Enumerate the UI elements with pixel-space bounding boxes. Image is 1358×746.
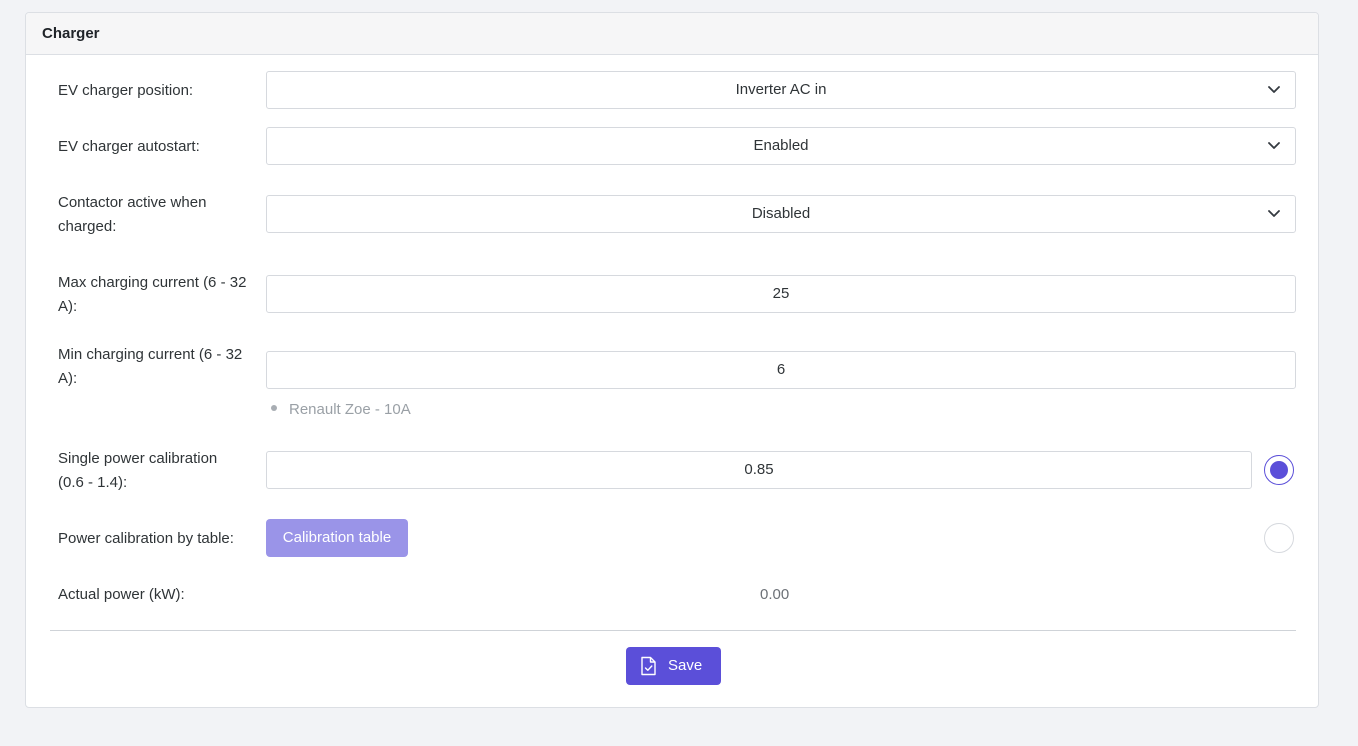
ev-charger-position-value: Inverter AC in	[735, 81, 827, 98]
card-header: Charger	[26, 13, 1318, 55]
max-current-label: Max charging current (6 - 32 A):	[58, 274, 247, 315]
ev-charger-position-label: EV charger position:	[58, 82, 194, 99]
chevron-down-icon	[1268, 142, 1280, 149]
min-current-label: Min charging current (6 - 32 A):	[58, 346, 243, 387]
charger-card: Charger EV charger position: Inverter AC…	[25, 12, 1319, 708]
card-title: Charger	[42, 25, 100, 42]
single-calibration-label: Single power calibration (0.6 - 1.4):	[58, 450, 218, 491]
save-label: Save	[668, 657, 703, 674]
chevron-down-icon	[1268, 210, 1280, 217]
contactor-active-value: Disabled	[751, 205, 811, 222]
single-calibration-input[interactable]: 0.85	[266, 451, 1252, 489]
min-current-hint-text: Renault Zoe - 10A	[289, 401, 411, 418]
ev-charger-autostart-select[interactable]: Enabled	[266, 127, 1296, 165]
ev-charger-position-select[interactable]: Inverter AC in	[266, 71, 1296, 109]
chevron-down-icon	[1268, 86, 1280, 93]
save-button[interactable]: Save	[626, 647, 721, 685]
ev-charger-autostart-value: Enabled	[753, 137, 809, 154]
ev-charger-autostart-label: EV charger autostart:	[58, 138, 200, 155]
divider	[50, 630, 1296, 631]
actual-power-label: Actual power (kW):	[58, 586, 185, 603]
radio-dot	[1270, 461, 1288, 479]
table-calibration-label: Power calibration by table:	[58, 530, 234, 547]
calibration-table-button[interactable]: Calibration table	[266, 519, 408, 557]
actual-power-value: 0.00	[760, 586, 790, 603]
min-current-hint: Renault Zoe - 10A	[271, 401, 411, 418]
min-current-input[interactable]: 6	[266, 351, 1296, 389]
table-calibration-radio[interactable]	[1264, 523, 1294, 553]
bullet-icon	[271, 405, 277, 412]
single-calibration-radio[interactable]	[1264, 455, 1294, 485]
file-check-icon	[641, 656, 656, 676]
contactor-active-select[interactable]: Disabled	[266, 195, 1296, 233]
max-current-input[interactable]: 25	[266, 275, 1296, 313]
contactor-active-label: Contactor active when charged:	[58, 194, 207, 235]
